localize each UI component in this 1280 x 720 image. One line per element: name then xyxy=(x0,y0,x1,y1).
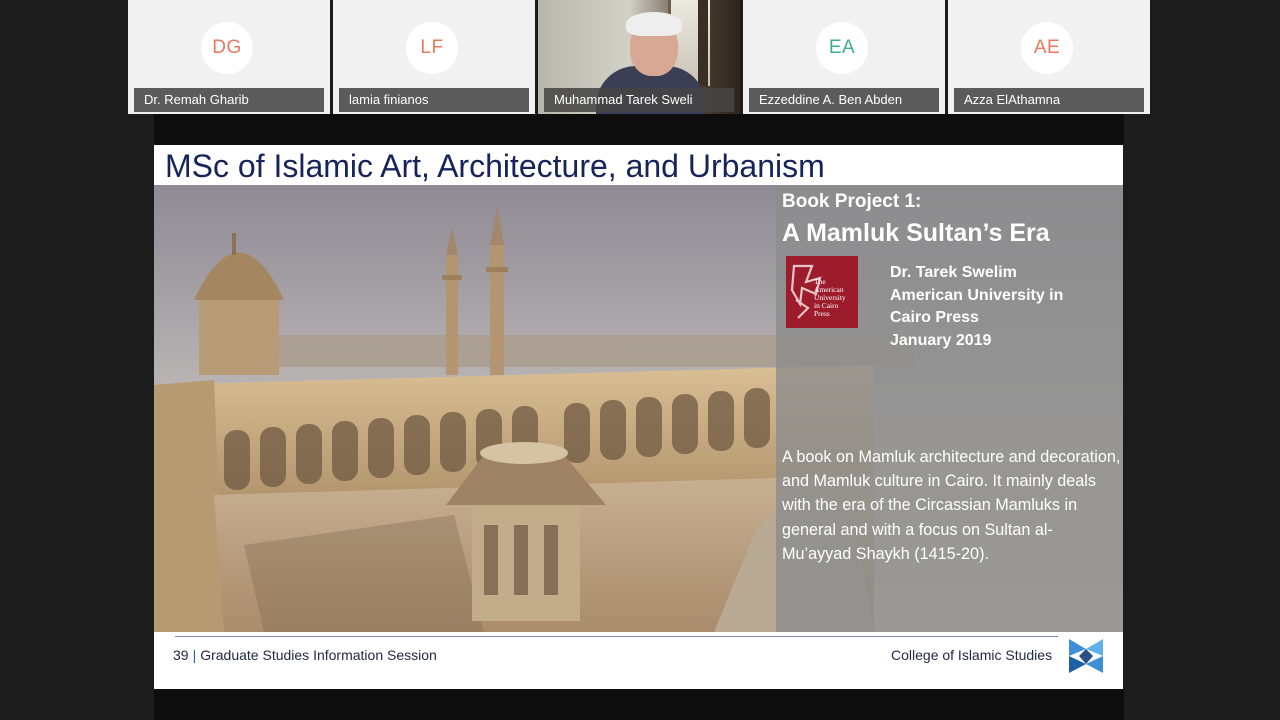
participant-avatar: EA xyxy=(816,22,868,74)
publisher-line-2: Cairo Press xyxy=(890,309,979,326)
participant-tile[interactable]: EA Ezzeddine A. Ben Abden xyxy=(743,0,945,114)
participant-name: Dr. Remah Gharib xyxy=(134,88,324,112)
participant-strip: DG Dr. Remah Gharib LF lamia finianos Mu… xyxy=(128,0,1150,114)
auc-press-logo: The American University in Cairo Press xyxy=(786,256,858,328)
meeting-window: DG Dr. Remah Gharib LF lamia finianos Mu… xyxy=(0,0,1280,720)
publisher-line-1: American University in xyxy=(890,286,1064,304)
book-project-label: Book Project 1: xyxy=(782,191,922,212)
participant-tile[interactable]: DG Dr. Remah Gharib xyxy=(128,0,330,114)
participant-avatar: DG xyxy=(201,22,253,74)
footer-divider xyxy=(175,636,1058,637)
book-title: A Mamluk Sultan’s Era xyxy=(782,219,1050,247)
college-name: College of Islamic Studies xyxy=(891,647,1053,663)
participant-name: lamia finianos xyxy=(339,88,529,112)
author-name: Dr. Tarek Swelim xyxy=(890,264,1017,281)
publication-date: January 2019 xyxy=(890,331,992,349)
shared-slide: MSc of Islamic Art, Architecture, and Ur… xyxy=(154,145,1123,689)
author-info: Dr. Tarek Swelim American University in … xyxy=(890,262,1110,352)
session-name: Graduate Studies Information Session xyxy=(200,647,437,663)
participant-video-tile[interactable]: Muhammad Tarek Sweli xyxy=(538,0,740,114)
video-window-frame xyxy=(698,0,708,86)
slide-page-number: 39 xyxy=(173,647,189,663)
participant-tile[interactable]: LF lamia finianos xyxy=(333,0,535,114)
participant-name: Azza ElAthamna xyxy=(954,88,1144,112)
slide-title: MSc of Islamic Art, Architecture, and Ur… xyxy=(165,148,825,184)
book-info-panel: Book Project 1: A Mamluk Sultan’s Era Th… xyxy=(776,185,1123,632)
participant-tile[interactable]: AE Azza ElAthamna xyxy=(948,0,1150,114)
press-logo-text: The American University in Cairo Press xyxy=(814,277,846,318)
slide-footer-left: 39 | Graduate Studies Information Session xyxy=(173,647,437,663)
shared-screen-letterbox-top xyxy=(154,114,1124,145)
footer-separator: | xyxy=(192,647,197,663)
participant-name: Ezzeddine A. Ben Abden xyxy=(749,88,939,112)
college-logo-icon xyxy=(1067,637,1105,675)
book-description: A book on Mamluk architecture and decora… xyxy=(782,448,1121,563)
participant-avatar: LF xyxy=(406,22,458,74)
participant-avatar: AE xyxy=(1021,22,1073,74)
participant-name: Muhammad Tarek Sweli xyxy=(544,88,734,112)
shared-screen-letterbox-bottom xyxy=(154,689,1124,720)
speaker-hair xyxy=(626,12,682,36)
